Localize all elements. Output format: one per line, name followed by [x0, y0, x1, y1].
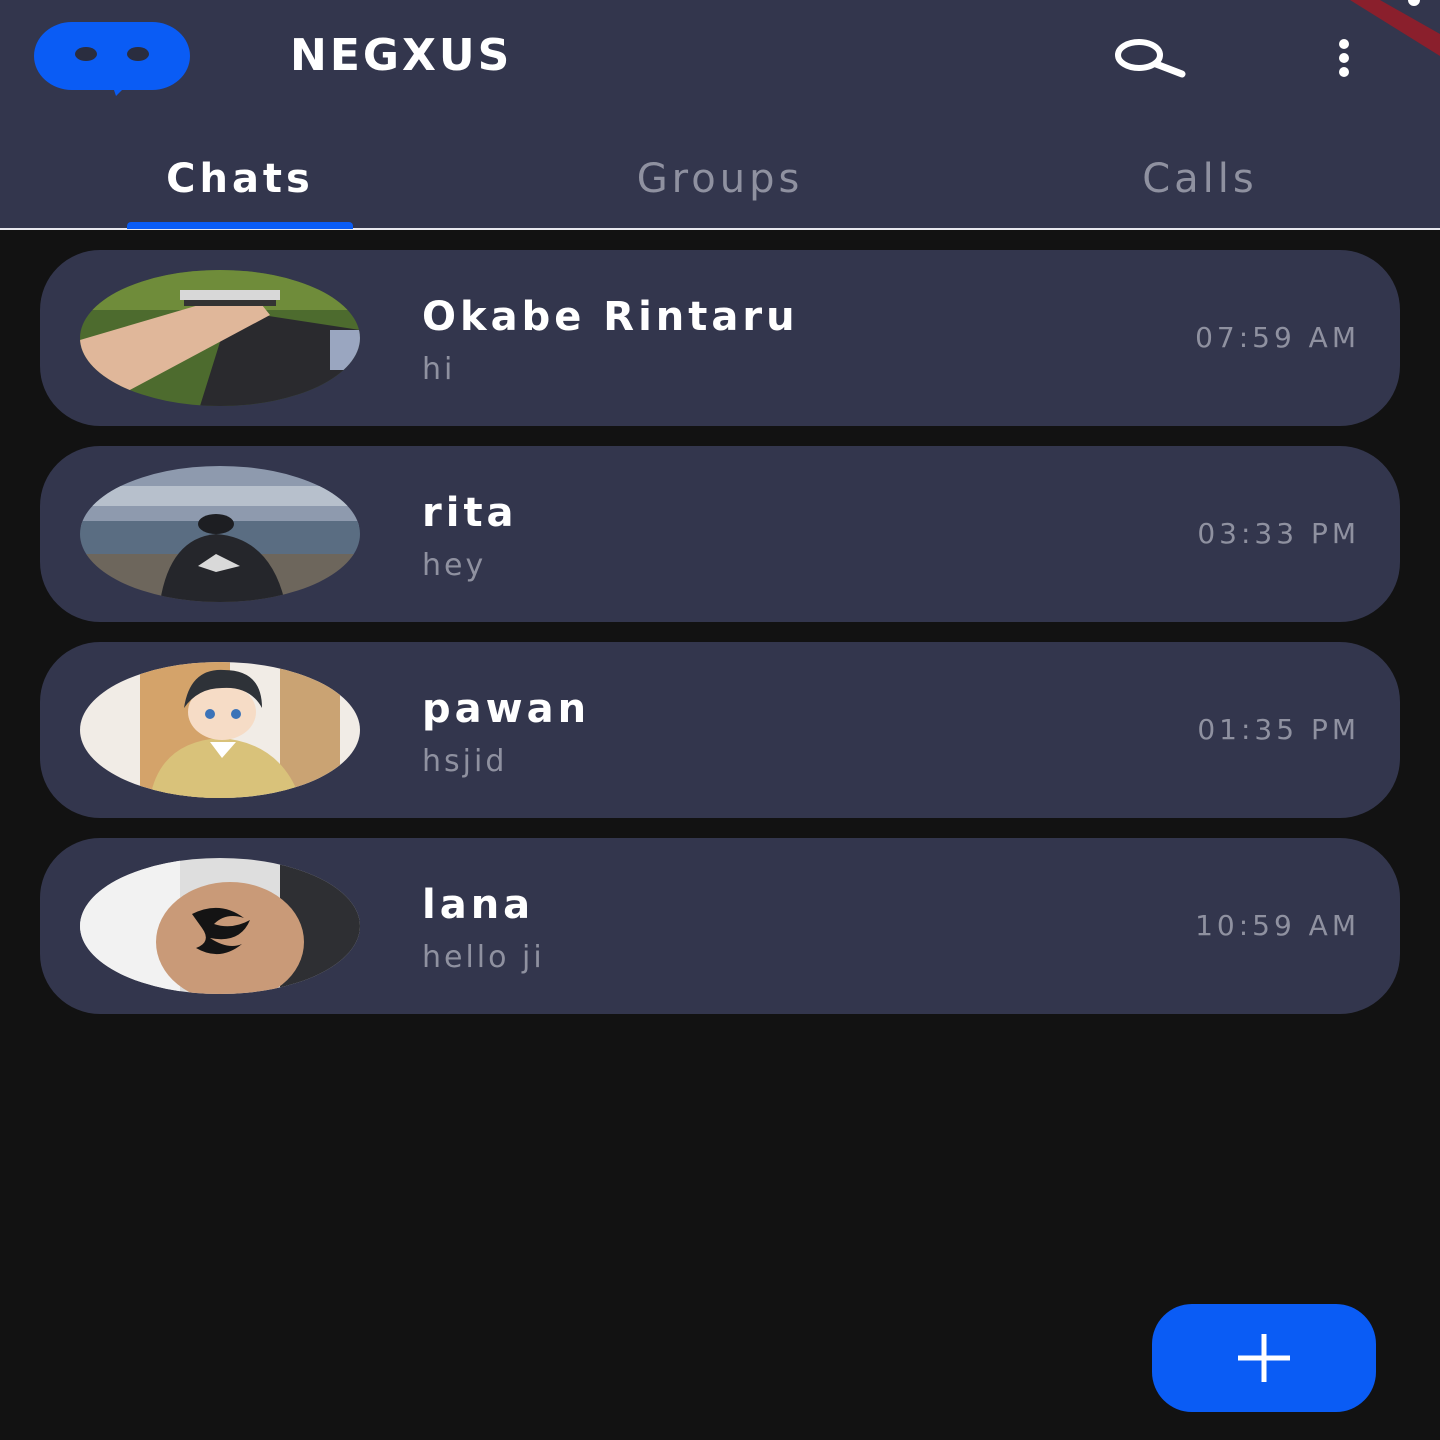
message-time: 01:35 PM [1197, 713, 1360, 746]
app-header: NEGXUS Chats Groups Calls [0, 0, 1440, 230]
chat-list-item[interactable]: rita hey 03:33 PM [40, 446, 1400, 622]
app-title: NEGXUS [290, 30, 513, 81]
tab-groups[interactable]: Groups [600, 154, 840, 204]
contact-name: Okabe Rintaru [422, 294, 799, 340]
chat-list-item[interactable]: lana hello ji 10:59 AM [40, 838, 1400, 1014]
avatar[interactable] [80, 858, 360, 994]
last-message: hello ji [422, 940, 545, 975]
message-time: 07:59 AM [1195, 321, 1360, 354]
contact-name: rita [422, 490, 518, 536]
active-tab-indicator [127, 222, 353, 229]
search-button[interactable] [1110, 30, 1190, 86]
search-icon [1115, 39, 1186, 78]
avatar[interactable] [80, 662, 360, 798]
last-message: hsjid [422, 744, 508, 779]
message-time: 10:59 AM [1195, 909, 1360, 942]
message-time: 03:33 PM [1197, 517, 1360, 550]
debug-banner-corner [1350, 0, 1440, 56]
chat-list-item[interactable]: pawan hsjid 01:35 PM [40, 642, 1400, 818]
avatar[interactable] [80, 466, 360, 602]
new-chat-button[interactable] [1152, 1304, 1376, 1412]
chat-app-screen: NEGXUS Chats Groups Calls Okabe Rintaru … [0, 0, 1440, 1440]
last-message: hey [422, 548, 487, 583]
tab-chats[interactable]: Chats [120, 154, 360, 204]
tab-bar: Chats Groups Calls [0, 140, 1440, 229]
chat-list-item[interactable]: Okabe Rintaru hi 07:59 AM [40, 250, 1400, 426]
last-message: hi [422, 352, 456, 387]
contact-name: pawan [422, 686, 591, 732]
tab-calls[interactable]: Calls [1100, 154, 1300, 204]
chat-bubble-icon[interactable] [32, 20, 192, 96]
contact-name: lana [422, 882, 535, 928]
avatar[interactable] [80, 270, 360, 406]
plus-icon [1238, 1334, 1290, 1382]
